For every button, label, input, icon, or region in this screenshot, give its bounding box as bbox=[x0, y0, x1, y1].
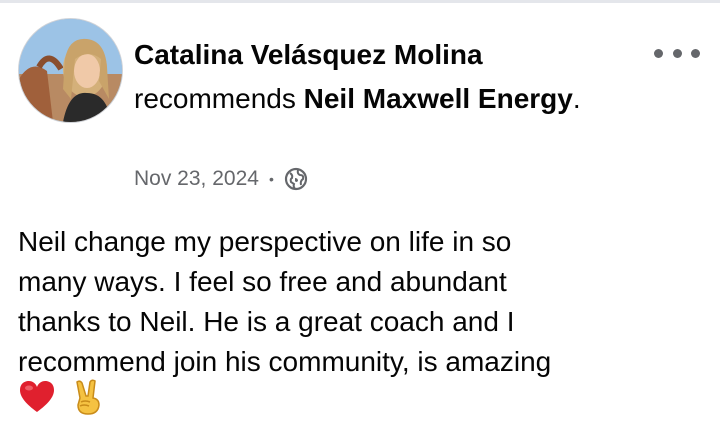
action-text: recommends bbox=[134, 83, 296, 114]
period: . bbox=[572, 83, 581, 114]
page-name-link[interactable]: Neil Maxwell Energy bbox=[304, 83, 573, 114]
post-body: Neil change my perspective on life in so… bbox=[18, 226, 552, 377]
more-dot bbox=[691, 48, 700, 58]
avatar-photo bbox=[19, 19, 122, 122]
author-name[interactable]: Catalina Velásquez Molina bbox=[134, 39, 483, 70]
post-date[interactable]: Nov 23, 2024 bbox=[134, 167, 259, 191]
victory-hand-emoji bbox=[68, 378, 106, 416]
more-options-icon[interactable] bbox=[654, 40, 700, 66]
recommendation-post: Catalina Velásquez Molina recommends Nei… bbox=[0, 0, 720, 433]
emoji-row bbox=[18, 378, 106, 416]
globe-icon[interactable] bbox=[284, 167, 308, 191]
avatar[interactable] bbox=[18, 18, 123, 123]
more-dot bbox=[672, 48, 682, 58]
heart-emoji bbox=[18, 378, 56, 416]
post-header: Catalina Velásquez Molina recommends Nei… bbox=[134, 33, 604, 121]
post-meta: Nov 23, 2024 • bbox=[134, 167, 308, 191]
more-dot bbox=[654, 48, 663, 58]
separator-dot: • bbox=[268, 171, 274, 187]
